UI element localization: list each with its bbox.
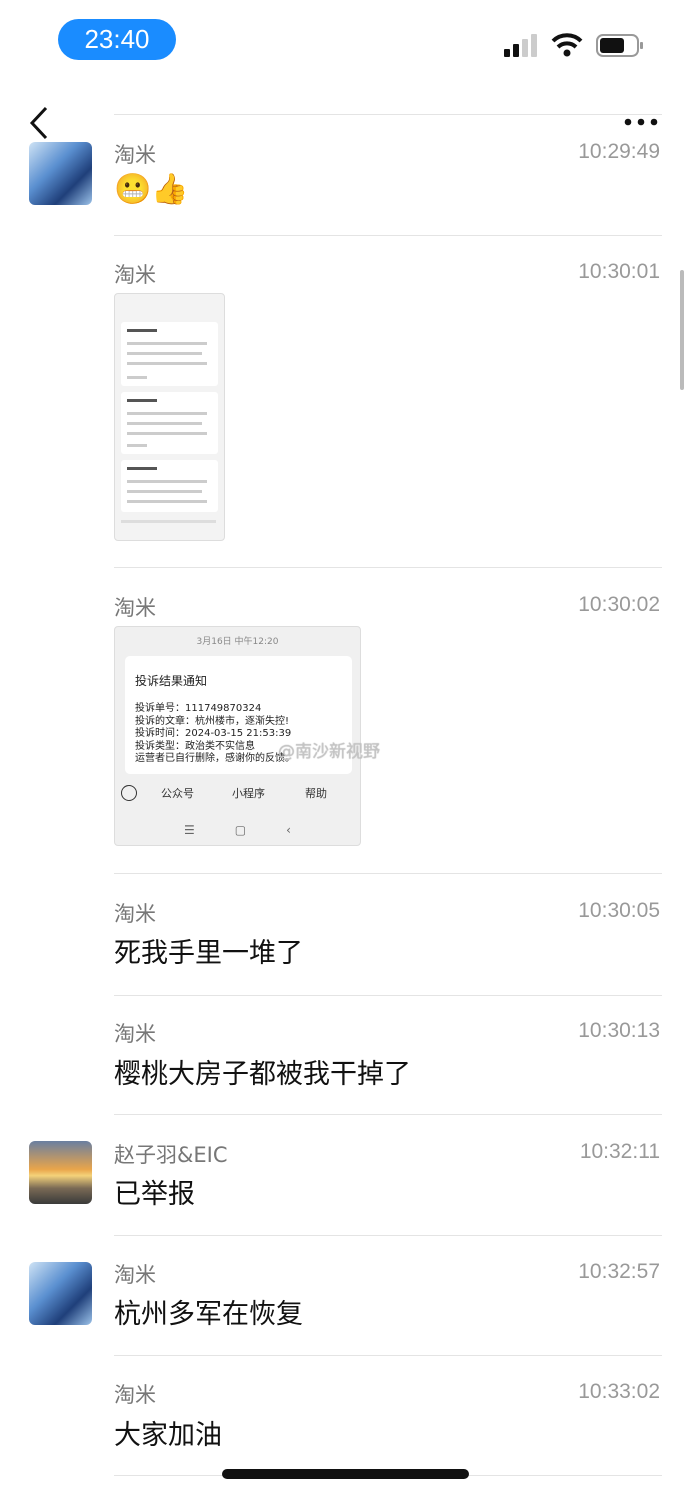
- battery-icon: [596, 34, 643, 57]
- image-message-screenshot[interactable]: [114, 293, 225, 541]
- back-icon[interactable]: [28, 106, 50, 140]
- notice-line: 投诉的文章：杭州楼市，逐渐失控!: [135, 715, 290, 727]
- menu-item: 帮助: [305, 787, 327, 800]
- sender-name: 赵子羽&EIC: [114, 1143, 228, 1167]
- divider: [114, 235, 662, 236]
- avatar[interactable]: [29, 1262, 92, 1325]
- sender-name: 淘米: [114, 143, 156, 167]
- notice-line: 投诉单号：111749870324: [135, 703, 262, 714]
- status-time: 23:40: [58, 19, 176, 60]
- keyboard-icon: [121, 785, 137, 801]
- divider: [114, 114, 662, 115]
- avatar[interactable]: [29, 142, 92, 205]
- message-text: 大家加油: [114, 1420, 222, 1451]
- divider: [114, 873, 662, 874]
- home-indicator[interactable]: [222, 1469, 469, 1479]
- sender-name: 淘米: [114, 902, 156, 926]
- emoji-message: 😬👍: [114, 172, 189, 207]
- wifi-icon: [551, 33, 583, 57]
- message-text: 死我手里一堆了: [114, 938, 303, 969]
- notice-date: 3月16日 中午12:20: [196, 637, 279, 647]
- sender-name: 淘米: [114, 1263, 156, 1287]
- sender-name: 淘米: [114, 1022, 156, 1046]
- divider: [114, 1355, 662, 1356]
- watermark: @南沙新视野: [278, 742, 380, 762]
- message-text: 樱桃大房子都被我干掉了: [114, 1059, 411, 1090]
- message-time: 10:30:13: [578, 1019, 660, 1042]
- avatar[interactable]: [29, 1141, 92, 1204]
- more-icon[interactable]: [624, 117, 658, 127]
- message-time: 10:32:11: [579, 1140, 660, 1163]
- divider: [114, 995, 662, 996]
- notice-title: 投诉结果通知: [135, 674, 208, 688]
- message-text: 杭州多军在恢复: [114, 1299, 303, 1330]
- message-time: 10:30:01: [578, 260, 660, 283]
- scrollbar[interactable]: [680, 270, 684, 390]
- message-time: 10:30:05: [578, 899, 660, 922]
- divider: [114, 567, 662, 568]
- sender-name: 淘米: [114, 1383, 156, 1407]
- image-message-complaint-notice[interactable]: 3月16日 中午12:20 投诉结果通知 投诉单号：111749870324 投…: [114, 626, 361, 846]
- message-time: 10:33:02: [578, 1380, 660, 1403]
- signal-icon: [504, 34, 537, 57]
- menu-item: 公众号: [161, 787, 194, 800]
- message-time: 10:29:49: [578, 140, 660, 163]
- message-text: 已举报: [114, 1179, 195, 1210]
- divider: [114, 1114, 662, 1115]
- nav-buttons: ☰▢‹: [184, 823, 331, 837]
- menu-item: 小程序: [232, 787, 265, 800]
- sender-name: 淘米: [114, 596, 156, 620]
- divider: [114, 1235, 662, 1236]
- message-time: 10:30:02: [578, 593, 660, 616]
- message-time: 10:32:57: [578, 1260, 660, 1283]
- sender-name: 淘米: [114, 263, 156, 287]
